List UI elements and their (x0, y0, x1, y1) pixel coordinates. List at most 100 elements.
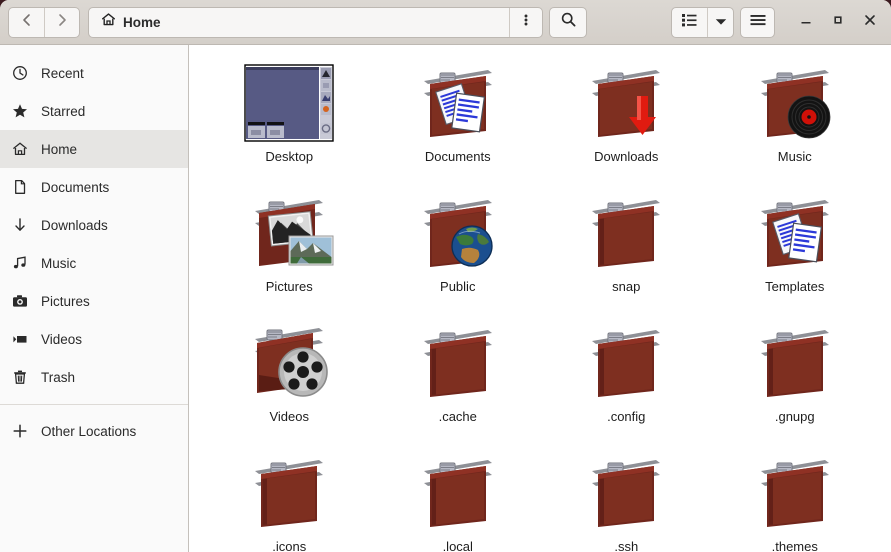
star-icon (11, 103, 28, 120)
sidebar-item-label: Downloads (41, 217, 108, 233)
sidebar-item-label: Other Locations (41, 423, 137, 439)
minimize-button[interactable] (791, 6, 821, 38)
file-item[interactable]: snap (542, 183, 711, 313)
file-name-label: .themes (771, 539, 818, 552)
download-icon (11, 217, 28, 234)
clock-icon (11, 65, 28, 82)
file-item[interactable]: .themes (711, 443, 880, 552)
folder-documents-icon (410, 59, 506, 147)
folder-public-icon (410, 189, 506, 277)
folder-icon (578, 319, 674, 407)
folder-icon (410, 449, 506, 537)
folder-icon (747, 449, 843, 537)
file-list-view[interactable]: Desktop Documents Downloads Music Pictur… (189, 45, 891, 552)
sidebar-item-label: Documents (41, 179, 110, 195)
icon-grid: Desktop Documents Downloads Music Pictur… (189, 45, 891, 552)
sidebar-item-starred[interactable]: Starred (0, 92, 188, 130)
document-icon (11, 179, 28, 196)
file-item[interactable]: Pictures (205, 183, 374, 313)
folder-downloads-icon (578, 59, 674, 147)
back-button[interactable] (9, 8, 44, 37)
folder-icon (578, 449, 674, 537)
forward-button[interactable] (44, 7, 79, 37)
file-item[interactable]: Music (711, 53, 880, 183)
close-button[interactable] (855, 6, 885, 38)
folder-icon (578, 189, 674, 277)
file-item[interactable]: Documents (374, 53, 543, 183)
file-name-label: .ssh (614, 539, 639, 552)
sidebar-item-label: Recent (41, 65, 84, 81)
sidebar-item-trash[interactable]: Trash (0, 358, 188, 396)
folder-videos-icon (241, 319, 337, 407)
vertical-dots-icon (519, 12, 533, 33)
music-note-icon (11, 255, 28, 272)
sidebar-item-label: Home (41, 141, 78, 157)
file-name-label: Pictures (265, 279, 313, 294)
sidebar-item-downloads[interactable]: Downloads (0, 206, 188, 244)
main-menu-button[interactable] (740, 6, 775, 38)
folder-music-icon (747, 59, 843, 147)
sidebar-divider (0, 404, 188, 405)
window-body: Recent Starred Home Documents Downloads … (0, 45, 891, 552)
home-icon (101, 12, 116, 32)
file-name-label: Public (440, 279, 476, 294)
maximize-icon (831, 13, 845, 32)
sidebar-item-label: Starred (41, 103, 86, 119)
file-name-label: Documents (424, 149, 491, 164)
search-icon (560, 11, 577, 33)
home-icon (11, 141, 28, 158)
file-item[interactable]: .cache (374, 313, 543, 443)
sidebar-item-label: Trash (41, 369, 76, 385)
file-name-label: Downloads (594, 149, 659, 164)
search-button[interactable] (549, 6, 587, 38)
chevron-down-icon (715, 13, 727, 31)
file-item[interactable]: .ssh (542, 443, 711, 552)
breadcrumb-home[interactable]: Home (89, 8, 173, 37)
file-name-label: Templates (765, 279, 825, 294)
sidebar-item-other-locations[interactable]: Other Locations (0, 412, 188, 450)
folder-icon (410, 319, 506, 407)
file-item[interactable]: Desktop (205, 53, 374, 183)
trash-icon (11, 369, 28, 386)
file-item[interactable]: .config (542, 313, 711, 443)
file-manager-window: Home Recent Starred Home Documents Downl… (0, 0, 891, 552)
file-item[interactable]: Downloads (542, 53, 711, 183)
file-name-label: .gnupg (774, 409, 815, 424)
hamburger-menu-icon (749, 12, 767, 33)
file-item[interactable]: Public (374, 183, 543, 313)
file-item[interactable]: .local (374, 443, 543, 552)
file-name-label: Music (777, 149, 812, 164)
chevron-left-icon (19, 12, 35, 33)
breadcrumb-label: Home (123, 14, 161, 30)
sidebar-item-recent[interactable]: Recent (0, 54, 188, 92)
sidebar-item-label: Music (41, 255, 77, 271)
path-options-button[interactable] (509, 7, 542, 37)
file-name-label: snap (612, 279, 641, 294)
camera-icon (11, 293, 28, 310)
desktop-screenshot-thumbnail (241, 59, 337, 147)
video-icon (11, 331, 28, 348)
sidebar-item-home[interactable]: Home (0, 130, 188, 168)
sidebar-item-pictures[interactable]: Pictures (0, 282, 188, 320)
file-item[interactable]: .gnupg (711, 313, 880, 443)
file-name-label: Videos (269, 409, 309, 424)
file-item[interactable]: .icons (205, 443, 374, 552)
view-options-dropdown[interactable] (707, 7, 733, 37)
sidebar-item-videos[interactable]: Videos (0, 320, 188, 358)
file-item[interactable]: Templates (711, 183, 880, 313)
file-name-label: .local (442, 539, 473, 552)
sidebar-item-documents[interactable]: Documents (0, 168, 188, 206)
file-item[interactable]: Videos (205, 313, 374, 443)
file-name-label: .cache (438, 409, 477, 424)
sidebar: Recent Starred Home Documents Downloads … (0, 45, 189, 552)
window-controls (791, 6, 885, 38)
folder-pictures-icon (241, 189, 337, 277)
list-view-icon (681, 12, 698, 33)
sidebar-item-label: Pictures (41, 293, 90, 309)
maximize-button[interactable] (823, 6, 853, 38)
minimize-icon (799, 13, 813, 32)
list-view-button[interactable] (672, 8, 707, 37)
folder-icon (747, 319, 843, 407)
folder-icon (241, 449, 337, 537)
sidebar-item-music[interactable]: Music (0, 244, 188, 282)
